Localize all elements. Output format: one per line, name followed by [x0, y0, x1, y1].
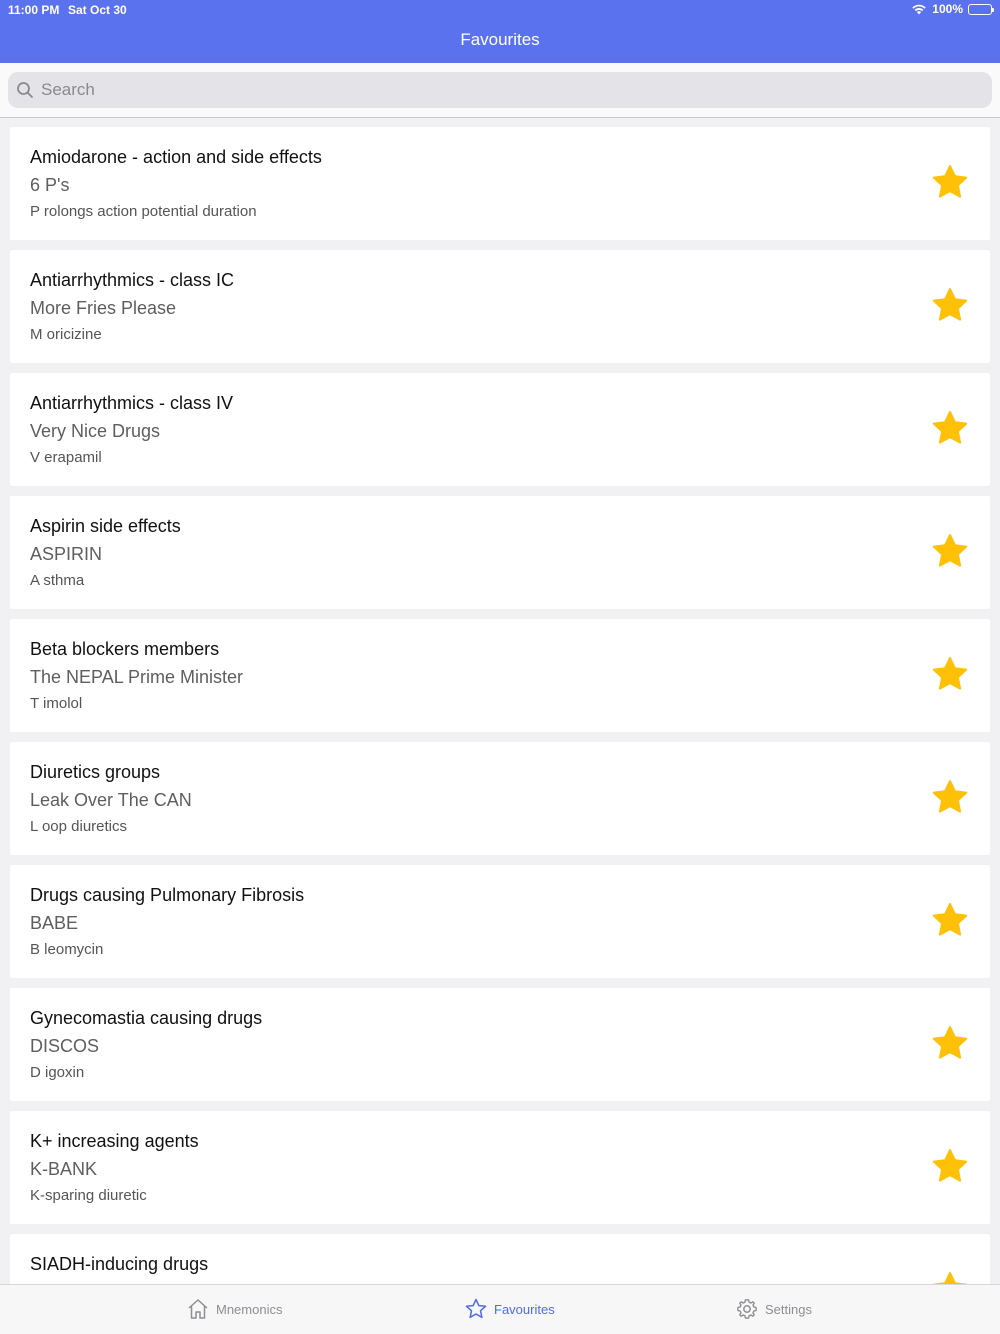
item-detail: D igoxin [30, 1064, 85, 1081]
favourite-star-icon[interactable] [929, 1024, 971, 1066]
favourites-list: Amiodarone - action and side effects 6 P'… [10, 127, 990, 1284]
favourite-star-icon[interactable] [929, 778, 971, 820]
status-date: Sat Oct 30 [68, 3, 127, 17]
home-icon [188, 1299, 208, 1319]
item-title: Aspirin side effects [30, 516, 181, 536]
item-title: Amiodarone - action and side effects [30, 147, 322, 167]
tab-favourites[interactable]: Favourites [464, 1297, 555, 1321]
item-mnemonic: DISCOS [30, 1036, 100, 1056]
list-item[interactable]: Amiodarone - action and side effects 6 P'… [10, 127, 990, 240]
tab-label: Favourites [494, 1301, 555, 1317]
tab-settings[interactable]: Settings [735, 1297, 812, 1321]
search-input[interactable] [41, 75, 992, 105]
wifi-icon [912, 4, 926, 15]
favourite-star-icon[interactable] [929, 286, 971, 328]
list-item[interactable]: Antiarrhythmics - class IV Very Nice Drug… [10, 373, 990, 486]
search-bar [0, 63, 1000, 118]
tab-label: Mnemonics [216, 1301, 283, 1317]
item-detail: L oop diuretics [30, 818, 128, 835]
item-title: Beta blockers members [30, 639, 220, 659]
item-mnemonic: K-BANK [30, 1159, 98, 1179]
item-mnemonic: Leak Over The CAN [30, 790, 192, 810]
status-indicators: 100% [911, 2, 994, 16]
favourite-star-icon[interactable] [929, 901, 971, 943]
favourite-star-icon[interactable] [929, 655, 971, 697]
list-item[interactable]: Beta blockers members The NEPAL Prime Min… [10, 619, 990, 732]
item-mnemonic: BABE [30, 913, 79, 933]
tab-bar: Mnemonics Favourites Settings [0, 1284, 1000, 1334]
tab-label: Settings [765, 1301, 812, 1317]
item-mnemonic: Very Nice Drugs [30, 421, 161, 441]
item-mnemonic: ASPIRIN [30, 544, 103, 564]
item-detail: K-sparing diuretic [30, 1187, 147, 1204]
item-title: K+ increasing agents [30, 1131, 199, 1151]
item-mnemonic: More Fries Please [30, 298, 177, 318]
item-title: SIADH-inducing drugs [30, 1254, 209, 1274]
favourite-star-icon[interactable] [929, 163, 971, 205]
search-icon [17, 82, 33, 98]
list-item[interactable]: Antiarrhythmics - class IC More Fries Ple… [10, 250, 990, 363]
status-bar: 11:00 PM Sat Oct 30 100% [0, 0, 1000, 20]
item-title: Antiarrhythmics - class IV [30, 393, 234, 413]
list-item[interactable]: Aspirin side effects ASPIRIN A sthma [10, 496, 990, 609]
status-time: 11:00 PM [8, 3, 60, 17]
item-title: Diuretics groups [30, 762, 161, 782]
battery-percent: 100% [932, 2, 963, 16]
item-mnemonic: The NEPAL Prime Minister [30, 667, 244, 687]
item-title: Gynecomastia causing drugs [30, 1008, 263, 1028]
item-detail: M oricizine [30, 326, 102, 343]
item-title: Antiarrhythmics - class IC [30, 270, 235, 290]
item-mnemonic: 6 P's [30, 175, 70, 195]
item-detail: B leomycin [30, 941, 104, 958]
header: 11:00 PM Sat Oct 30 100% Favourites [0, 0, 1000, 63]
battery-icon [968, 3, 994, 15]
list-item[interactable]: SIADH-inducing drugs [10, 1234, 990, 1284]
gear-icon [737, 1299, 757, 1319]
item-detail: V erapamil [30, 449, 102, 466]
list-item[interactable]: K+ increasing agents K-BANK K-sparing diur… [10, 1111, 990, 1224]
item-detail: T imolol [30, 695, 83, 712]
favourite-star-icon[interactable] [929, 1270, 971, 1284]
item-title: Drugs causing Pulmonary Fibrosis [30, 885, 305, 905]
item-detail: A sthma [30, 572, 85, 589]
list-item[interactable]: Diuretics groups Leak Over The CAN L oop d… [10, 742, 990, 855]
tab-mnemonics[interactable]: Mnemonics [186, 1297, 282, 1321]
page-title: Favourites [460, 30, 540, 49]
list-item[interactable]: Drugs causing Pulmonary Fibrosis BABE B le… [10, 865, 990, 978]
favourite-star-icon[interactable] [929, 1147, 971, 1189]
search-field[interactable] [8, 72, 992, 108]
item-detail: P rolongs action potential duration [30, 203, 257, 220]
favourite-star-icon[interactable] [929, 409, 971, 451]
star-icon [465, 1298, 487, 1319]
favourite-star-icon[interactable] [929, 532, 971, 574]
list-item[interactable]: Gynecomastia causing drugs DISCOS D igoxin [10, 988, 990, 1101]
